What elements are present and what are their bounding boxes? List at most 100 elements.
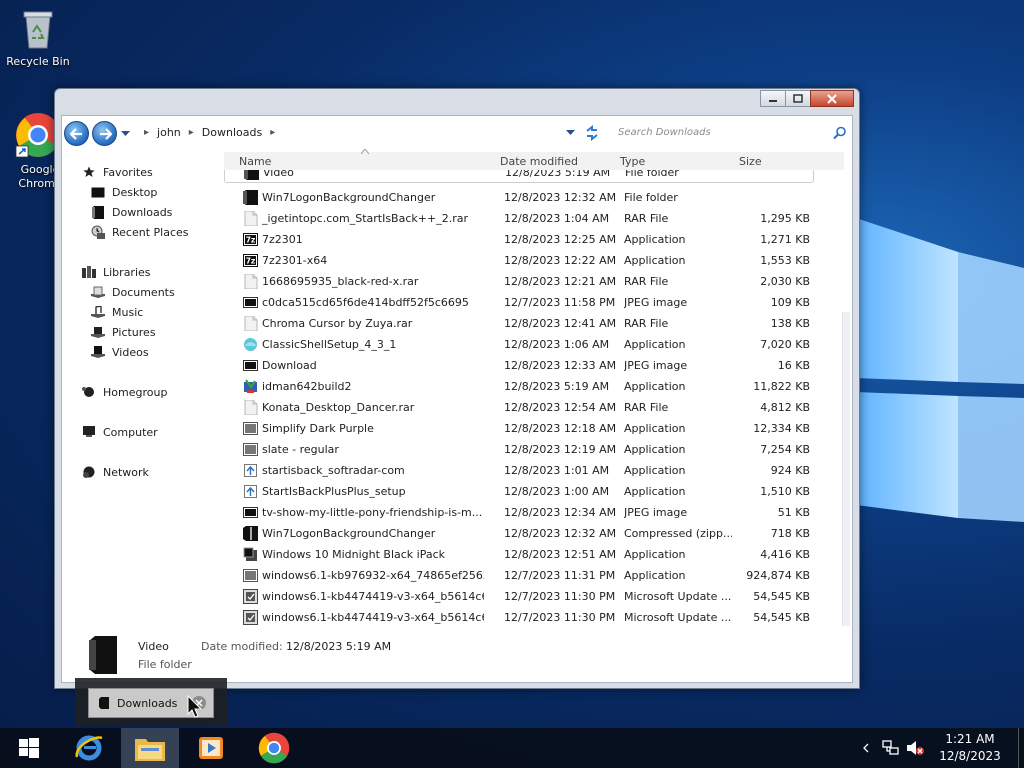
back-button[interactable] (64, 121, 89, 146)
column-header-type[interactable]: Type (620, 155, 645, 168)
nav-item-recent-places[interactable]: Recent Places (91, 223, 189, 241)
breadcrumb-item-downloads[interactable]: Downloads (202, 126, 262, 139)
file-row[interactable]: windows6.1-kb4474419-v3-x64_b5614c6c... 1… (224, 586, 814, 607)
vertical-scrollbar[interactable] (842, 312, 850, 642)
forward-arrow-icon (99, 127, 112, 140)
jpeg-image-icon (243, 297, 258, 308)
column-header-date-modified[interactable]: Date modified (500, 155, 578, 168)
folder-icon (243, 190, 258, 205)
file-row[interactable]: windows6.1-kb976932-x64_74865ef25620... 1… (224, 565, 814, 586)
folder-icon (244, 170, 259, 180)
file-row[interactable]: Konata_Desktop_Dancer.rar 12/8/2023 12:54… (224, 397, 814, 418)
file-size: 12,334 KB (753, 422, 810, 435)
file-date-modified: 12/8/2023 12:32 AM (504, 191, 617, 204)
file-row[interactable]: windows6.1-kb4474419-v3-x64_b5614c6c... 1… (224, 607, 814, 628)
nav-item-downloads[interactable]: Downloads (91, 203, 172, 221)
file-row[interactable]: slate - regular 12/8/2023 12:19 AM Applica… (224, 439, 814, 460)
nav-item-network[interactable]: Network (82, 463, 149, 481)
taskbar-app-google-chrome[interactable] (245, 728, 303, 768)
nav-item-label: Recent Places (112, 225, 189, 239)
downloads-icon (91, 205, 105, 219)
nav-item-label: Downloads (112, 205, 173, 219)
taskbar-app-internet-explorer[interactable] (60, 728, 118, 768)
7zip-icon: 7z (243, 233, 258, 246)
file-row[interactable]: Chroma Cursor by Zuya.rar 12/8/2023 12:41… (224, 313, 814, 334)
show-hidden-icons-chevron-icon[interactable] (862, 743, 870, 753)
recent-pages-chevron-icon[interactable] (121, 131, 130, 137)
maximize-button[interactable] (785, 90, 811, 107)
desktop-icon-label: Recycle Bin (6, 55, 70, 68)
nav-item-favorites[interactable]: Favorites (82, 163, 153, 181)
file-row[interactable]: Win7LogonBackgroundChanger 12/8/2023 12:3… (224, 523, 814, 544)
file-row[interactable]: Download 12/8/2023 12:33 AM JPEG image 16 K… (224, 355, 814, 376)
nav-item-computer[interactable]: Computer (82, 423, 158, 441)
file-row[interactable]: tv-show-my-little-pony-friendship-is-m..… (224, 502, 814, 523)
taskbar-app-file-explorer[interactable] (121, 728, 179, 768)
nav-item-pictures[interactable]: Pictures (91, 323, 156, 341)
minimize-button[interactable] (760, 90, 786, 107)
breadcrumb-separator-icon[interactable]: ▸ (270, 127, 275, 138)
sort-ascending-icon (361, 149, 369, 154)
nav-item-desktop[interactable]: Desktop (91, 183, 157, 201)
file-size: 1,553 KB (760, 254, 810, 267)
file-size: 4,812 KB (760, 401, 810, 414)
file-date-modified: 12/8/2023 5:19 AM (505, 170, 611, 179)
start-button[interactable] (0, 728, 58, 768)
nav-item-documents[interactable]: Documents (91, 283, 175, 301)
file-size: 54,545 KB (753, 590, 810, 603)
file-type: Microsoft Update ... (624, 590, 732, 603)
file-row[interactable]: Video 12/8/2023 5:19 AM File folder (224, 170, 814, 183)
file-row[interactable]: 1668695935_black-red-x.rar 12/8/2023 12:2… (224, 271, 814, 292)
file-type: Microsoft Update ... (624, 611, 732, 624)
file-row[interactable]: StartIsBackPlusPlus_setup 12/8/2023 1:00 … (224, 481, 814, 502)
nav-item-music[interactable]: Music (91, 303, 143, 321)
file-size: 109 KB (770, 296, 810, 309)
file-name: ClassicShellSetup_4_3_1 (262, 338, 397, 351)
volume-muted-icon[interactable] (906, 740, 924, 756)
file-row[interactable]: Windows 10 Midnight Black iPack 12/8/2023… (224, 544, 814, 565)
close-button[interactable] (810, 90, 854, 107)
file-date-modified: 12/8/2023 12:25 AM (504, 233, 617, 246)
column-header-size[interactable]: Size (739, 155, 762, 168)
column-header-row: Name Date modified Type Size (224, 149, 844, 170)
file-name: windows6.1-kb4474419-v3-x64_b5614c6c... (262, 590, 484, 603)
nav-item-videos[interactable]: Videos (91, 343, 149, 361)
file-row[interactable]: startisback_softradar-com 12/8/2023 1:01 … (224, 460, 814, 481)
breadcrumb-item-john[interactable]: john (157, 126, 181, 139)
forward-button[interactable] (92, 121, 117, 146)
file-row[interactable]: Win7LogonBackgroundChanger 12/8/2023 12:3… (224, 187, 814, 208)
taskbar-clock[interactable]: 1:21 AM 12/8/2023 (930, 731, 1010, 765)
taskbar-app-media-player[interactable] (182, 728, 240, 768)
file-row[interactable]: ClassicShellSetup_4_3_1 12/8/2023 1:06 AM… (224, 334, 814, 355)
refresh-icon[interactable] (584, 125, 600, 141)
file-type: File folder (624, 191, 678, 204)
file-name: 1668695935_black-red-x.rar (262, 275, 419, 288)
network-tray-icon[interactable] (882, 740, 900, 756)
nav-item-libraries[interactable]: Libraries (82, 263, 151, 281)
downloads-folder-icon (99, 697, 109, 709)
search-input[interactable]: Search Downloads (612, 122, 848, 144)
file-size: 4,416 KB (760, 548, 810, 561)
minimize-icon (769, 99, 777, 102)
file-row[interactable]: Simplify Dark Purple 12/8/2023 12:18 AM Ap… (224, 418, 814, 439)
file-row[interactable]: c0dca515cd65f6de414bdff52f5c6695 12/7/202… (224, 292, 814, 313)
file-type: Application (624, 443, 686, 456)
desktop-icon-recycle-bin[interactable]: Recycle Bin (0, 8, 76, 69)
breadcrumb-separator-icon[interactable]: ▸ (189, 127, 194, 138)
file-size: 138 KB (770, 317, 810, 330)
address-dropdown-icon[interactable] (566, 130, 575, 136)
svg-text:7z: 7z (246, 236, 256, 245)
file-name: Windows 10 Midnight Black iPack (262, 548, 446, 561)
update-package-icon (243, 589, 258, 604)
breadcrumb-separator-icon[interactable]: ▸ (144, 127, 149, 138)
nav-item-homegroup[interactable]: Homegroup (82, 383, 167, 401)
search-icon[interactable] (833, 126, 847, 140)
column-header-name[interactable]: Name (239, 155, 271, 168)
file-row[interactable]: _igetintopc.com_StartIsBack++_2.rar 12/8/… (224, 208, 814, 229)
show-desktop-button[interactable] (1018, 728, 1024, 768)
file-row[interactable]: 7z 7z2301-x64 12/8/2023 12:22 AM Applicatio… (224, 250, 814, 271)
file-date-modified: 12/8/2023 5:19 AM (504, 380, 610, 393)
file-row[interactable]: idman642build2 12/8/2023 5:19 AM Applicati… (224, 376, 814, 397)
file-type: JPEG image (624, 296, 688, 309)
file-row[interactable]: 7z 7z2301 12/8/2023 12:25 AM Application 1,2… (224, 229, 814, 250)
